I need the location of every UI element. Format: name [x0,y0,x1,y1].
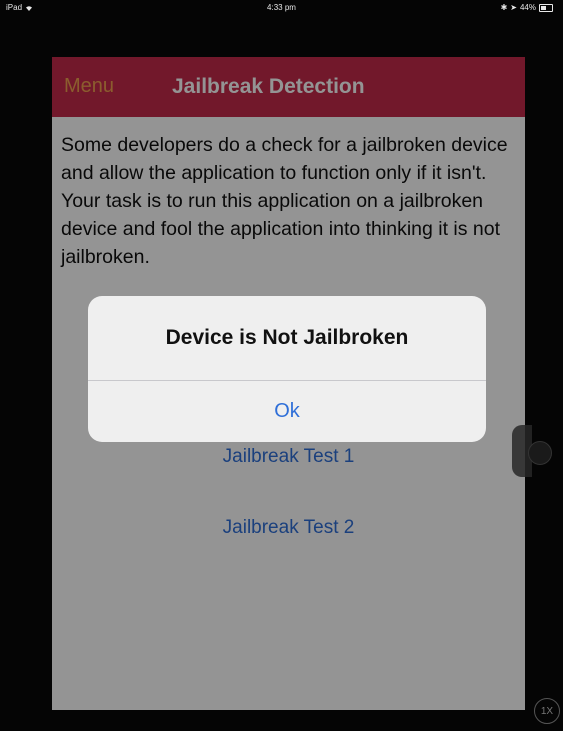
bluetooth-icon: ✱ [500,3,508,12]
status-right: ✱ ➤ 44% [501,3,553,12]
status-time: 4:33 pm [267,3,296,12]
location-icon: ➤ [510,3,517,12]
device-frame: iPad 4:33 pm ✱ ➤ 44% Menu Jailbreak Dete… [0,0,563,731]
assistive-touch-icon[interactable] [528,441,552,465]
battery-icon [539,3,553,12]
zoom-toggle-button[interactable]: 1X [534,698,560,724]
alert-dialog: Device is Not Jailbroken Ok [88,296,486,442]
alert-title: Device is Not Jailbroken [165,326,409,349]
alert-ok-button[interactable]: Ok [88,381,486,442]
status-bar: iPad 4:33 pm ✱ ➤ 44% [0,0,563,18]
battery-percent: 44% [519,3,536,12]
